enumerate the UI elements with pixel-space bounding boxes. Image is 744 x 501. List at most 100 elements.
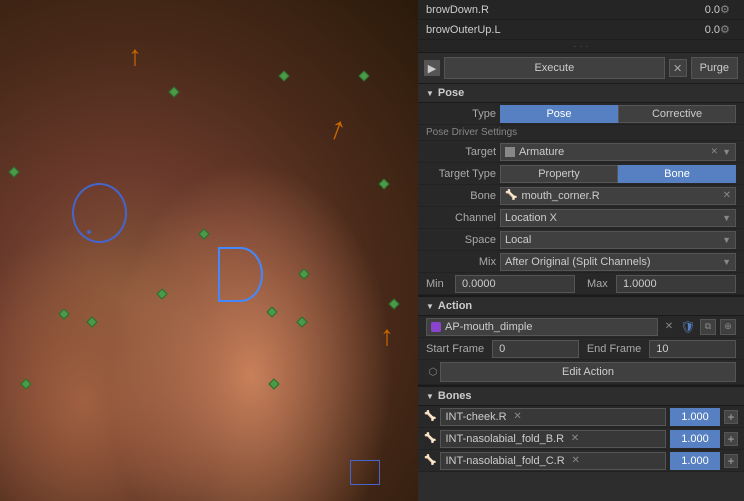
shape-key-label-2: browOuterUp.L <box>426 24 670 36</box>
max-label: Max <box>587 278 612 290</box>
action-field[interactable]: AP-mouth_dimple <box>426 318 658 336</box>
execute-label: Execute <box>534 62 574 74</box>
start-frame-value: 0 <box>499 343 505 355</box>
mix-dropdown-arrow: ▼ <box>722 257 731 267</box>
bone-x-button[interactable]: ✕ <box>723 190 731 201</box>
bone-value-btn-2[interactable]: 1.000 <box>670 452 720 470</box>
bone-value-btn-1[interactable]: 1.000 <box>670 430 720 448</box>
bone-icon: 🦴 <box>505 190 517 201</box>
settings-icon-1[interactable]: ⚙ <box>720 3 736 16</box>
collapse-dots[interactable]: · · · <box>418 40 744 52</box>
min-value: 0.0000 <box>462 278 496 290</box>
action-x-button[interactable]: ✕ <box>662 320 676 334</box>
bone-row: Bone 🦴 mouth_corner.R ✕ <box>418 185 744 207</box>
execute-button[interactable]: Execute <box>444 57 665 79</box>
type-label: Type <box>426 108 496 120</box>
bones-collapse-arrow: ▼ <box>426 392 434 401</box>
bone-list-icon-1: 🦴 <box>424 433 436 444</box>
target-label: Target <box>426 146 496 158</box>
target-type-bone-button[interactable]: Bone <box>618 165 736 183</box>
edit-action-icon: ⬡ <box>426 365 440 379</box>
action-section-header[interactable]: ▼ Action <box>418 295 744 316</box>
action-copy-button-2[interactable]: ⊕ <box>720 319 736 335</box>
bone-add-btn-0[interactable]: + <box>724 410 738 424</box>
pose-section-header[interactable]: ▼ Pose <box>418 84 744 103</box>
target-type-property-button[interactable]: Property <box>500 165 618 183</box>
action-icon <box>431 322 441 332</box>
start-frame-label: Start Frame <box>426 343 484 355</box>
viewport-3d[interactable]: ↑ ↑ ↑ <box>0 0 418 501</box>
bone-list-item-0: 🦴 INT-cheek.R ✕ 1.000 + <box>418 406 744 428</box>
type-corrective-button[interactable]: Corrective <box>618 105 736 123</box>
bone-list-name-1: INT-nasolabial_fold_B.R <box>445 433 564 445</box>
channel-dropdown[interactable]: Location X ▼ <box>500 209 736 227</box>
action-section-title: Action <box>438 300 472 312</box>
mix-dropdown[interactable]: After Original (Split Channels) ▼ <box>500 253 736 271</box>
mix-value: After Original (Split Channels) <box>505 256 651 268</box>
shape-key-label-1: browDown.R <box>426 4 670 16</box>
bone-field[interactable]: 🦴 mouth_corner.R ✕ <box>500 187 736 205</box>
min-label: Min <box>426 278 451 290</box>
viewport-background <box>0 0 418 501</box>
bone-list-field-1[interactable]: INT-nasolabial_fold_B.R ✕ <box>440 430 666 448</box>
end-frame-label: End Frame <box>587 343 641 355</box>
target-type-row: Target Type Property Bone <box>418 163 744 185</box>
minmax-row: Min 0.0000 Max 1.0000 <box>418 273 744 295</box>
clear-button[interactable]: ✕ <box>669 59 687 77</box>
bone-value-btn-0[interactable]: 1.000 <box>670 408 720 426</box>
pose-driver-settings-label: Pose Driver Settings <box>418 125 744 141</box>
play-button[interactable]: ▶ <box>424 60 440 76</box>
space-dropdown[interactable]: Local ▼ <box>500 231 736 249</box>
bone-list-x-2[interactable]: ✕ <box>569 454 583 468</box>
pose-form: Type Pose Corrective Pose Driver Setting… <box>418 103 744 295</box>
action-copy-button-1[interactable]: ⧉ <box>700 319 716 335</box>
bones-section-header[interactable]: ▼ Bones <box>418 385 744 406</box>
max-field[interactable]: 1.0000 <box>616 275 736 293</box>
shape-keys-list: browDown.R 0.0 ⚙ browOuterUp.L 0.0 ⚙ · ·… <box>418 0 744 53</box>
list-item-browouterup-l[interactable]: browOuterUp.L 0.0 ⚙ <box>418 20 744 40</box>
channel-value: Location X <box>505 212 557 224</box>
type-button-group: Pose Corrective <box>500 105 736 123</box>
purge-button[interactable]: Purge <box>691 57 738 79</box>
channel-row: Channel Location X ▼ <box>418 207 744 229</box>
bone-list-field-0[interactable]: INT-cheek.R ✕ <box>440 408 666 426</box>
type-pose-button[interactable]: Pose <box>500 105 618 123</box>
bones-list: 🦴 INT-cheek.R ✕ 1.000 + 🦴 INT-nasolabial… <box>418 406 744 472</box>
shape-key-value-1: 0.0 <box>670 4 720 16</box>
bone-add-btn-2[interactable]: + <box>724 454 738 468</box>
bones-section-title: Bones <box>438 390 472 402</box>
execute-bar: ▶ Execute ✕ Purge <box>418 53 744 84</box>
action-shield-button[interactable]: 🛡 <box>680 319 696 335</box>
target-type-label: Target Type <box>426 168 496 180</box>
action-name: AP-mouth_dimple <box>445 321 532 333</box>
channel-label: Channel <box>426 212 496 224</box>
bone-list-x-0[interactable]: ✕ <box>511 410 525 424</box>
list-item-browdown-r[interactable]: browDown.R 0.0 ⚙ <box>418 0 744 20</box>
bone-list-field-2[interactable]: INT-nasolabial_fold_C.R ✕ <box>440 452 666 470</box>
space-row: Space Local ▼ <box>418 229 744 251</box>
channel-dropdown-arrow: ▼ <box>722 213 731 223</box>
edit-action-button[interactable]: Edit Action <box>440 362 736 382</box>
target-field-group: Armature ✕ ▼ <box>500 143 736 161</box>
min-field[interactable]: 0.0000 <box>455 275 575 293</box>
target-dropdown[interactable]: Armature ✕ ▼ <box>500 143 736 161</box>
start-frame-field[interactable]: 0 <box>492 340 579 358</box>
bone-list-icon-0: 🦴 <box>424 411 436 422</box>
space-dropdown-arrow: ▼ <box>722 235 731 245</box>
bone-list-item-1: 🦴 INT-nasolabial_fold_B.R ✕ 1.000 + <box>418 428 744 450</box>
end-frame-value: 10 <box>656 343 668 355</box>
bone-label: Bone <box>426 190 496 202</box>
target-value: Armature <box>519 146 564 158</box>
shape-key-value-2: 0.0 <box>670 24 720 36</box>
mix-label: Mix <box>426 256 496 268</box>
action-field-row: AP-mouth_dimple ✕ 🛡 ⧉ ⊕ <box>418 316 744 338</box>
bone-add-btn-1[interactable]: + <box>724 432 738 446</box>
bone-list-x-1[interactable]: ✕ <box>568 432 582 446</box>
end-frame-field[interactable]: 10 <box>649 340 736 358</box>
settings-icon-2[interactable]: ⚙ <box>720 23 736 36</box>
target-dropdown-chevron: ▼ <box>722 147 731 157</box>
type-row: Type Pose Corrective <box>418 103 744 125</box>
properties-panel: browDown.R 0.0 ⚙ browOuterUp.L 0.0 ⚙ · ·… <box>418 0 744 501</box>
space-value: Local <box>505 234 531 246</box>
target-row: Target Armature ✕ ▼ <box>418 141 744 163</box>
